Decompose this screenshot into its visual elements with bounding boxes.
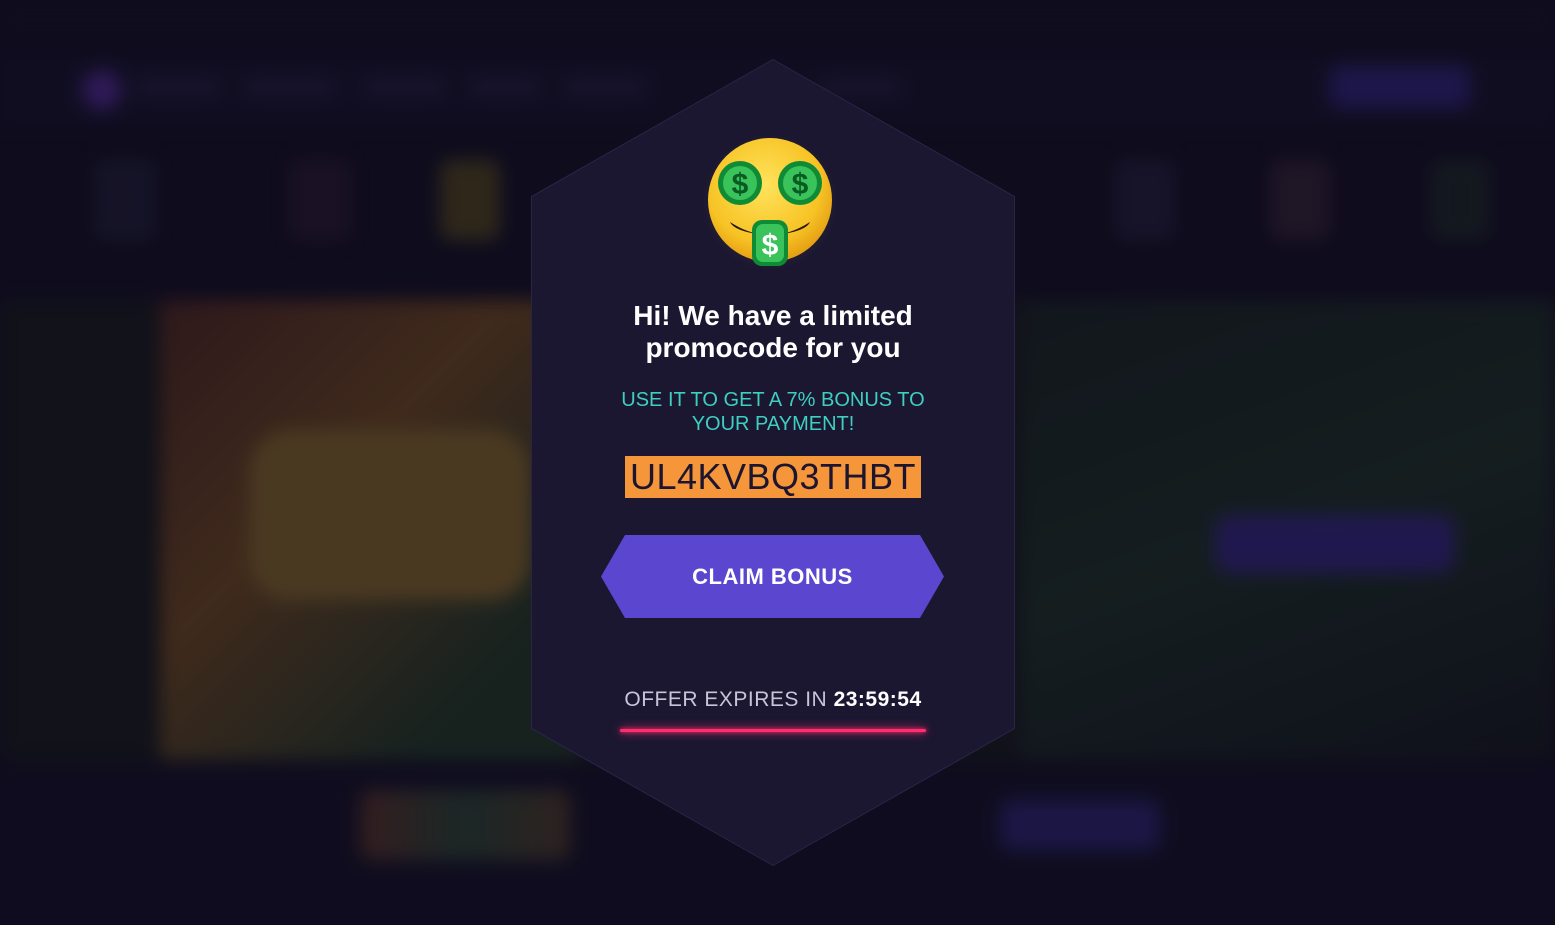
money-mouth-face-icon: $ $ $: [702, 136, 838, 270]
expiry-progress-fill: [620, 729, 926, 732]
offer-expiry: OFFER EXPIRES IN 23:59:54: [582, 688, 964, 712]
svg-text:$: $: [762, 229, 779, 262]
expires-label: OFFER EXPIRES IN: [624, 688, 828, 711]
promo-subtitle: USE IT TO GET A 7% BONUS TO YOUR PAYMENT…: [621, 389, 925, 435]
promo-code[interactable]: UL4KVBQ3THBT: [625, 456, 921, 498]
svg-text:$: $: [732, 168, 749, 201]
page: $ $ $ Hi! We have a limited promocode fo…: [0, 0, 1555, 925]
svg-text:$: $: [792, 168, 809, 201]
expires-timer: 23:59:54: [833, 688, 922, 711]
expiry-progress-bar: [620, 729, 926, 732]
claim-bonus-button[interactable]: CLAIM BONUS: [601, 535, 944, 618]
promo-title: Hi! We have a limited promocode for you: [633, 300, 913, 363]
